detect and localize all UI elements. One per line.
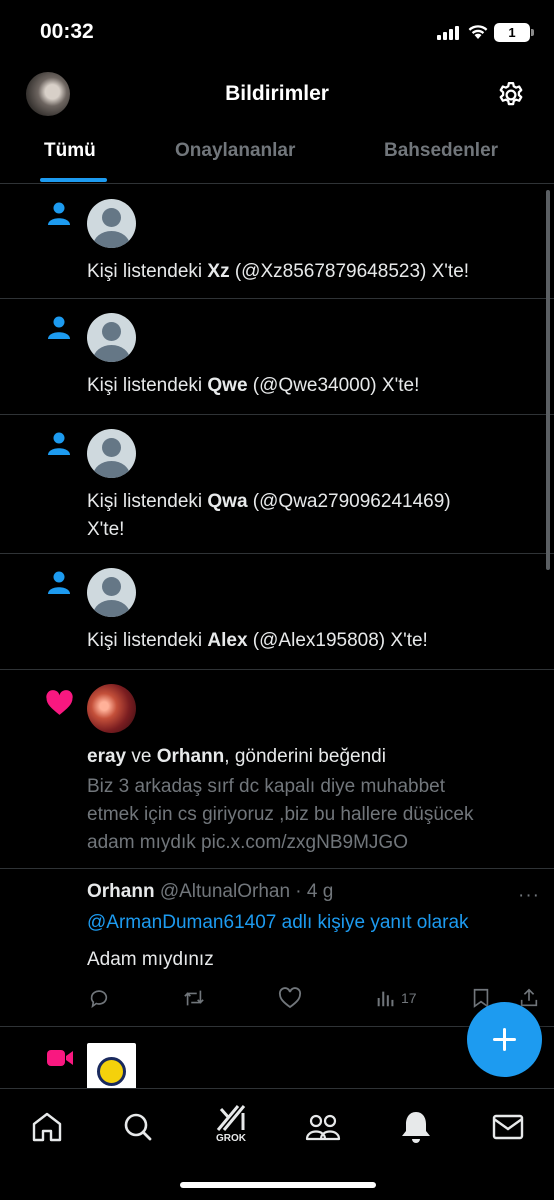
grok-icon: [216, 1105, 246, 1131]
heart-icon: [46, 690, 73, 715]
reply-context: @ArmanDuman61407 adlı kişiye yanıt olara…: [87, 912, 469, 933]
list-item[interactable]: Kişi listendeki Qwa (@Qwa279096241469) X'…: [0, 415, 554, 554]
person-icon: [48, 202, 70, 225]
video-camera-icon: [47, 1050, 73, 1066]
tab-mentions[interactable]: Bahsedenler: [384, 140, 498, 162]
scrollbar[interactable]: [546, 190, 550, 570]
avatar[interactable]: [87, 199, 136, 248]
notification-text: Kişi listendeki Qwa (@Qwa279096241469) X'…: [87, 491, 451, 540]
like-notification[interactable]: eray ve Orhann, gönderini beğendi Biz 3 …: [0, 670, 554, 869]
liked-post-preview[interactable]: Biz 3 arkadaş sırf dc kapalı diye muhabb…: [87, 773, 537, 857]
retweet-icon[interactable]: [182, 987, 206, 1009]
tweet-text: Adam mıydınız: [87, 949, 214, 970]
reply-tweet[interactable]: Orhann @AltunalOrhan · 4 g ··· @ArmanDum…: [0, 869, 554, 1027]
reply-icon[interactable]: [88, 987, 110, 1009]
person-icon: [48, 571, 70, 594]
status-bar: 00:32 1: [0, 0, 554, 64]
tab-verified[interactable]: Onaylananlar: [175, 140, 295, 162]
header: Bildirimler Tümü Onaylananlar Bahsedenle…: [0, 64, 554, 184]
list-item[interactable]: Kişi listendeki Alex (@Alex195808) X'te!: [0, 554, 554, 670]
status-time: 00:32: [40, 20, 94, 43]
notification-text: eray ve Orhann, gönderini beğendi: [87, 746, 386, 767]
more-options-icon[interactable]: ···: [518, 885, 540, 907]
person-icon: [48, 432, 70, 455]
notification-text: Kişi listendeki Xz (@Xz8567879648523) X'…: [87, 261, 470, 282]
like-icon[interactable]: [278, 987, 302, 1009]
notification-text: Kişi listendeki Qwe (@Qwe34000) X'te!: [87, 375, 420, 396]
mail-icon[interactable]: [488, 1107, 528, 1147]
notification-text: Kişi listendeki Alex (@Alex195808) X'te!: [87, 630, 428, 651]
home-icon[interactable]: [27, 1107, 67, 1147]
avatar[interactable]: [87, 684, 136, 733]
cellular-signal-icon: [437, 26, 459, 40]
compose-button[interactable]: [467, 1002, 542, 1077]
views-count[interactable]: 17: [375, 987, 417, 1012]
reply-to-link[interactable]: @ArmanDuman61407: [87, 912, 276, 933]
page-title: Bildirimler: [225, 82, 329, 105]
grok-button[interactable]: GROK: [214, 1103, 254, 1144]
avatar[interactable]: [87, 568, 136, 617]
communities-icon[interactable]: [303, 1107, 343, 1147]
bell-icon[interactable]: [396, 1107, 436, 1147]
list-item[interactable]: Kişi listendeki Qwe (@Qwe34000) X'te!: [0, 299, 554, 415]
active-tab-indicator: [40, 178, 107, 182]
home-indicator[interactable]: [180, 1182, 376, 1188]
grok-label: GROK: [216, 1133, 246, 1144]
avatar[interactable]: [87, 313, 136, 362]
search-icon[interactable]: [118, 1107, 158, 1147]
wifi-icon: [468, 25, 488, 39]
person-icon: [48, 316, 70, 339]
battery-tip: [531, 29, 534, 36]
gear-icon[interactable]: [496, 80, 526, 110]
list-item[interactable]: Kişi listendeki Xz (@Xz8567879648523) X'…: [0, 185, 554, 299]
avatar[interactable]: [87, 429, 136, 478]
reply-author[interactable]: Orhann @AltunalOrhan · 4 g: [87, 881, 333, 903]
notifications-feed[interactable]: Kişi listendeki Xz (@Xz8567879648523) X'…: [0, 185, 554, 1092]
battery-icon: 1: [494, 23, 530, 42]
avatar[interactable]: [87, 1043, 136, 1092]
tab-all[interactable]: Tümü: [44, 140, 96, 162]
